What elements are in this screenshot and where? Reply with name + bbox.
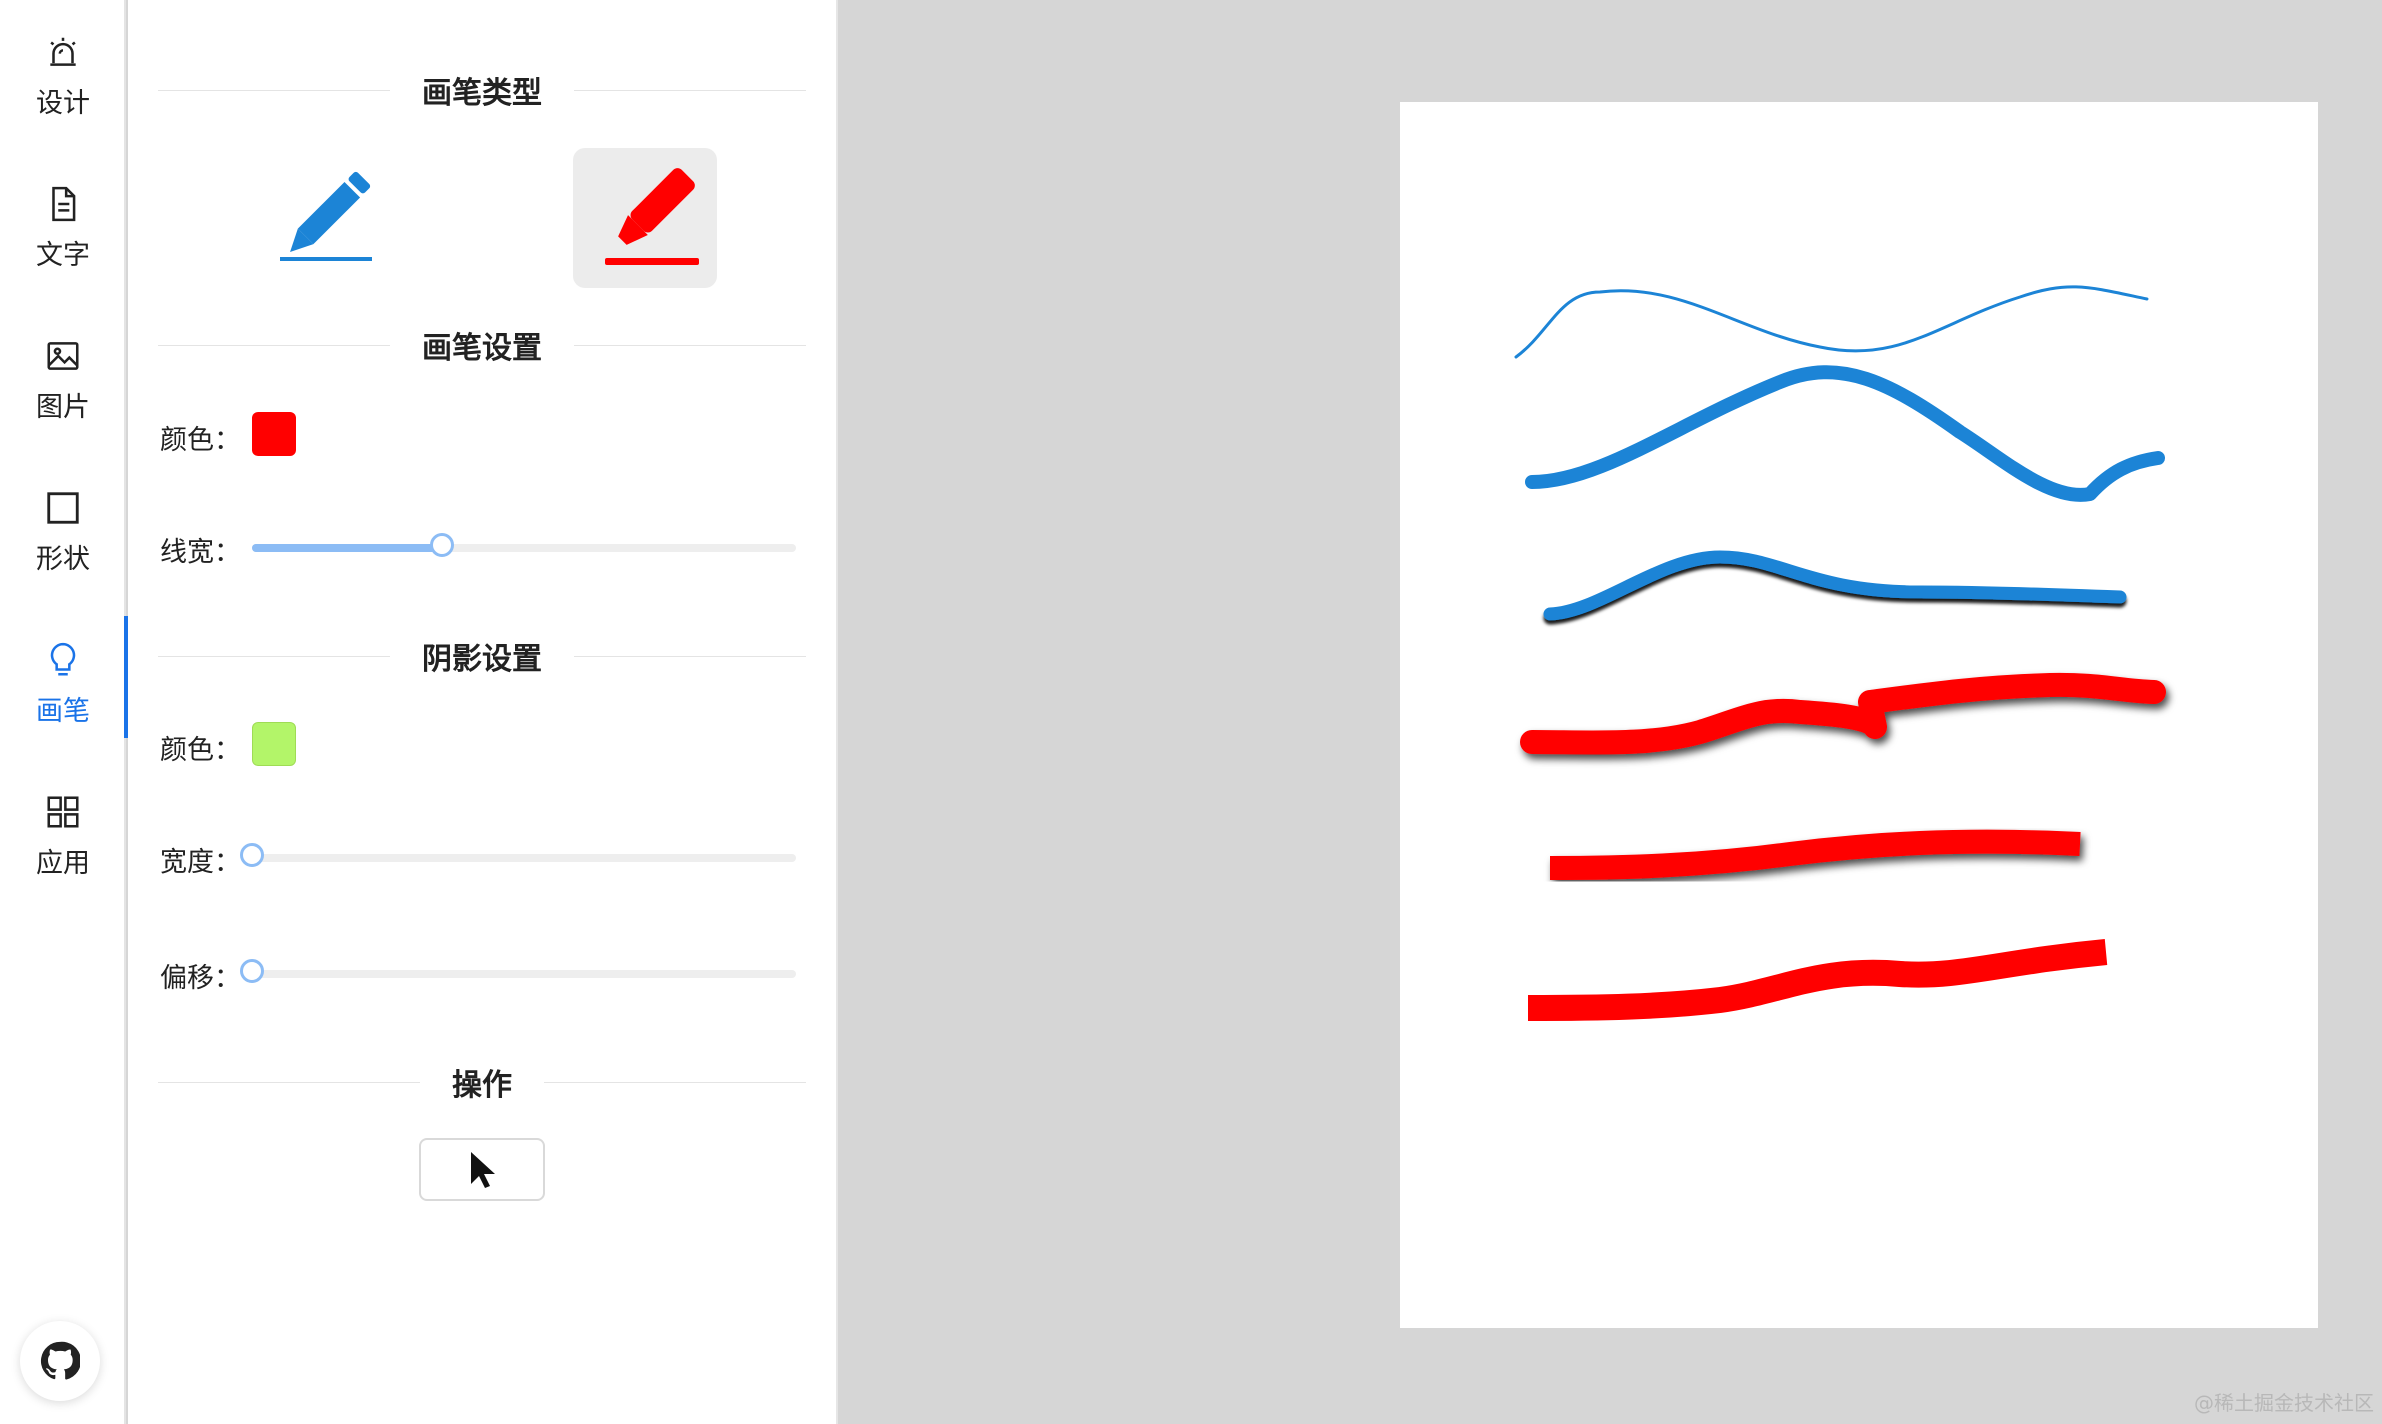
section-title-actions: 操作 — [158, 1062, 806, 1103]
section-title-brush-type: 画笔类型 — [158, 70, 806, 111]
watermark: @稀土掘金技术社区 — [2194, 1391, 2374, 1415]
divider — [158, 89, 390, 91]
shadow-width-slider[interactable] — [240, 843, 796, 867]
slider-thumb[interactable] — [240, 843, 264, 867]
slider-thumb[interactable] — [430, 533, 455, 557]
rail-item-label: 设计 — [36, 87, 90, 119]
divider — [158, 655, 390, 657]
canvas-area[interactable]: @稀土掘金技术社区 — [840, 0, 2382, 1424]
rail-item-label: 画笔 — [36, 695, 90, 727]
line-width-label: 线宽： — [160, 537, 241, 568]
rail-item-image[interactable]: 图片 — [0, 304, 126, 456]
shadow-color-label: 颜色： — [160, 735, 241, 766]
blue-thin-stroke — [1514, 285, 2149, 359]
brush-color-label: 颜色： — [160, 425, 241, 456]
rail-item-shape[interactable]: 形状 — [0, 456, 126, 608]
document-icon — [52, 186, 76, 221]
divider — [544, 1081, 806, 1083]
shadow-offset-slider[interactable] — [240, 959, 796, 983]
rail-item-apps[interactable]: 应用 — [0, 760, 126, 912]
github-icon — [40, 1341, 80, 1380]
blue-thick-stroke — [1525, 365, 2165, 502]
rail-item-brush[interactable]: 画笔 — [0, 608, 128, 760]
divider — [574, 655, 806, 657]
red-stroke-3 — [1527, 939, 2108, 1021]
section-title-text: 操作 — [452, 1068, 512, 1103]
rail-item-label: 应用 — [36, 847, 90, 879]
section-title-text: 画笔设置 — [422, 331, 542, 366]
section-title-text: 画笔类型 — [422, 76, 542, 111]
pencil-icon — [280, 171, 372, 261]
rail-item-label: 文字 — [36, 239, 90, 271]
divider — [574, 344, 806, 346]
cursor-icon — [471, 1151, 495, 1188]
red-stroke-1 — [1520, 672, 2166, 755]
blue-shadow-stroke — [1543, 550, 2127, 621]
slider-thumb[interactable] — [240, 959, 264, 983]
grid-icon — [47, 795, 79, 828]
drawing-paper[interactable] — [1400, 102, 2318, 1328]
section-title-shadow-settings: 阴影设置 — [158, 636, 806, 677]
shadow-offset-label: 偏移： — [160, 963, 241, 994]
divider — [158, 1081, 420, 1083]
select-tool-button[interactable] — [419, 1138, 545, 1201]
divider — [574, 89, 806, 91]
drawing-canvas[interactable] — [1400, 102, 2318, 1328]
section-title-text: 阴影设置 — [422, 642, 542, 677]
image-icon — [47, 341, 79, 370]
slider-fill — [252, 544, 443, 552]
brush-settings-panel: 画笔类型 画笔设置 颜色： 线宽： 阴影设置 颜色： 宽度： 偏移： 操作 — [128, 0, 838, 1424]
rail-item-text[interactable]: 文字 — [0, 152, 126, 304]
divider — [158, 344, 390, 346]
brush-color-swatch[interactable] — [252, 412, 296, 456]
pencil-tool-button[interactable] — [252, 148, 396, 288]
red-stroke-2 — [1549, 829, 2081, 880]
shadow-color-swatch[interactable] — [252, 722, 296, 766]
bulb-icon — [50, 642, 76, 676]
github-button[interactable] — [20, 1321, 100, 1401]
marker-tool-button[interactable] — [573, 148, 717, 288]
marker-icon — [605, 168, 699, 265]
icon-rail: 设计 文字 图片 形状 画笔 应用 — [0, 0, 128, 1424]
rail-item-design[interactable]: 设计 — [0, 0, 126, 152]
rail-item-label: 形状 — [36, 543, 90, 575]
square-icon — [47, 491, 79, 524]
section-title-brush-settings: 画笔设置 — [158, 325, 806, 366]
rail-item-label: 图片 — [36, 391, 90, 423]
siren-icon — [50, 37, 76, 66]
line-width-slider[interactable] — [252, 533, 796, 557]
shadow-width-label: 宽度： — [160, 847, 241, 878]
